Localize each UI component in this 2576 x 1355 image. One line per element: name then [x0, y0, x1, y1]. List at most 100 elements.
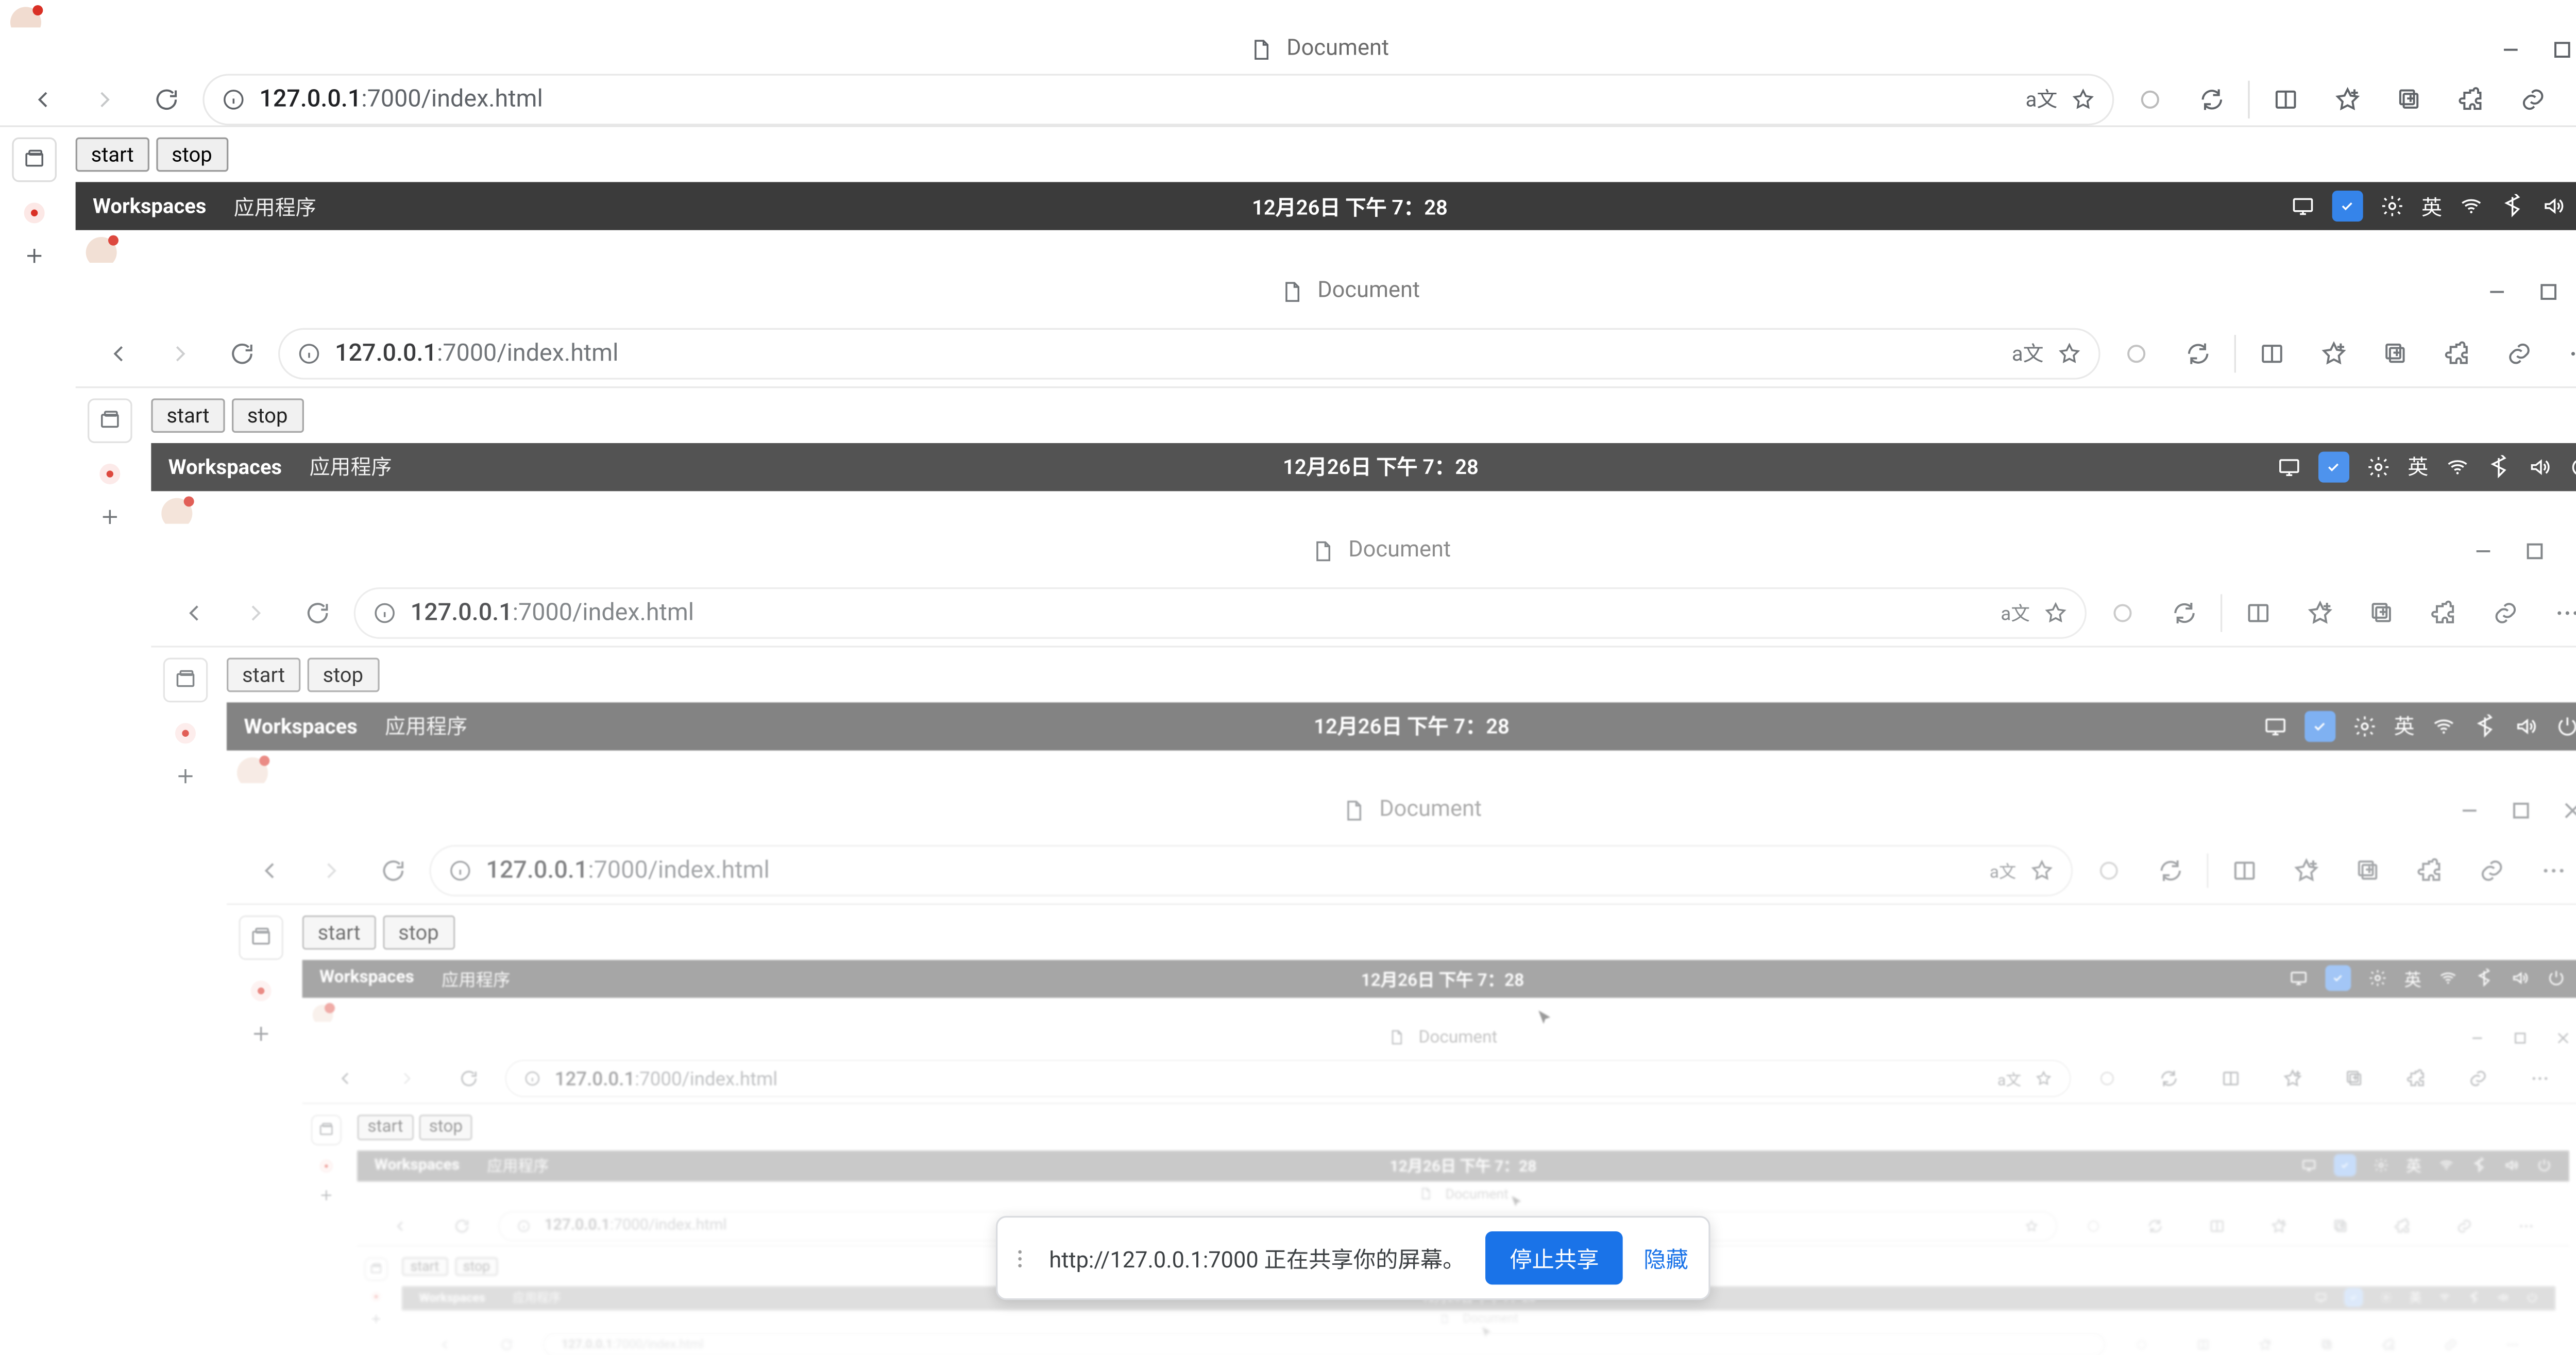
- activities-label: Workspaces: [244, 714, 357, 738]
- stop-button[interactable]: stop: [156, 138, 228, 172]
- collections-icon[interactable]: [2384, 73, 2435, 125]
- reload-button[interactable]: [141, 73, 192, 125]
- clock-label[interactable]: 12月26日 下午 7：28: [1283, 452, 1479, 481]
- address-bar[interactable]: 127.0.0.1:7000/index.htmla文: [354, 587, 2087, 638]
- new-tab-button[interactable]: [22, 244, 46, 268]
- tab-actions-icon[interactable]: [163, 657, 208, 702]
- active-tab[interactable]: Document: [1249, 36, 1389, 62]
- mouse-cursor-icon: [1507, 1188, 1527, 1215]
- translate-badge[interactable]: a文: [2001, 599, 2030, 626]
- site-info-icon[interactable]: [297, 341, 321, 365]
- activities-label[interactable]: Workspaces: [93, 194, 206, 218]
- tab-actions-icon[interactable]: [88, 398, 132, 443]
- refresh-ext-icon[interactable]: [2186, 73, 2238, 125]
- tab-title: Document: [1286, 36, 1389, 62]
- address-bar[interactable]: 127.0.0.1:7000/index.html a文: [202, 73, 2114, 125]
- back-button[interactable]: [168, 587, 220, 638]
- menu-dots-icon[interactable]: [2541, 587, 2576, 638]
- recording-indicator-icon[interactable]: [99, 463, 120, 484]
- maximize-icon[interactable]: [2521, 537, 2548, 565]
- wifi-icon[interactable]: [2446, 454, 2470, 479]
- extensions-icon[interactable]: [2432, 327, 2483, 379]
- todo-check-icon[interactable]: [2318, 451, 2349, 482]
- reload-button[interactable]: [216, 327, 268, 379]
- stop-loading-icon[interactable]: [2124, 73, 2176, 125]
- favorites-icon[interactable]: [2308, 327, 2360, 379]
- volume-icon[interactable]: [2541, 194, 2566, 218]
- stop-button[interactable]: stop: [307, 657, 379, 691]
- new-tab-button[interactable]: [174, 764, 198, 788]
- collections-icon[interactable]: [2356, 587, 2408, 638]
- refresh-ext-icon[interactable]: [2159, 587, 2210, 638]
- screen-share-icon[interactable]: [2291, 194, 2315, 218]
- back-button[interactable]: [17, 73, 69, 125]
- url-text: 127.0.0.1:7000/index.html: [259, 86, 543, 113]
- stop-loading-icon[interactable]: [2111, 327, 2162, 379]
- maximize-icon[interactable]: [2535, 277, 2562, 304]
- minimize-icon[interactable]: [2497, 36, 2524, 63]
- close-icon[interactable]: [2572, 537, 2576, 565]
- link-icon[interactable]: [2480, 587, 2531, 638]
- wifi-icon[interactable]: [2459, 194, 2483, 218]
- wifi-icon: [2432, 714, 2456, 738]
- recording-indicator-icon[interactable]: [175, 722, 196, 743]
- apps-label[interactable]: 应用程序: [309, 452, 392, 481]
- site-info-icon[interactable]: [372, 601, 397, 625]
- refresh-ext-icon[interactable]: [2173, 327, 2224, 379]
- reload-button[interactable]: [292, 587, 344, 638]
- page-body: start stop Workspaces 应用程序 12月26日 下午 7：2…: [69, 127, 2576, 1355]
- split-screen-icon[interactable]: [2260, 73, 2312, 125]
- site-info-icon[interactable]: [222, 87, 246, 111]
- volume-icon[interactable]: [2528, 454, 2552, 479]
- translate-badge[interactable]: a文: [2012, 338, 2044, 368]
- bookmark-star-icon[interactable]: [2071, 87, 2095, 111]
- maximize-icon[interactable]: [2549, 36, 2576, 63]
- forward-icon: [242, 599, 269, 626]
- todo-check-icon[interactable]: [2332, 191, 2363, 222]
- volume-icon: [2514, 714, 2538, 738]
- extensions-icon[interactable]: [2418, 587, 2469, 638]
- menu-dots-icon[interactable]: [2555, 327, 2576, 379]
- link-icon[interactable]: [2507, 73, 2559, 125]
- screen-share-icon[interactable]: [2277, 454, 2301, 479]
- apps-label[interactable]: 应用程序: [234, 192, 316, 221]
- clock-label[interactable]: 12月26日 下午 7：28: [1252, 192, 1448, 221]
- activities-label[interactable]: Workspaces: [168, 454, 282, 479]
- stop-loading-icon[interactable]: [2109, 599, 2136, 626]
- settings-gear-icon[interactable]: [2366, 454, 2391, 479]
- split-screen-icon[interactable]: [2232, 587, 2284, 638]
- address-bar[interactable]: 127.0.0.1:7000/index.htmla文: [278, 327, 2100, 379]
- extensions-icon[interactable]: [2446, 73, 2497, 125]
- stop-button[interactable]: stop: [232, 398, 303, 432]
- hide-share-bar-link[interactable]: 隐藏: [1643, 1242, 1688, 1274]
- minimize-icon: [2456, 796, 2483, 823]
- recording-indicator-icon: [251, 980, 272, 1001]
- ime-label[interactable]: 英: [2421, 192, 2442, 221]
- stop-sharing-button[interactable]: 停止共享: [1486, 1231, 1623, 1284]
- split-screen-icon[interactable]: [2246, 327, 2298, 379]
- minimize-icon[interactable]: [2469, 537, 2497, 565]
- start-button[interactable]: start: [227, 657, 300, 691]
- translate-badge[interactable]: a文: [2026, 84, 2058, 114]
- bluetooth-icon[interactable]: [2487, 454, 2511, 479]
- recording-indicator-icon[interactable]: [24, 202, 45, 223]
- document-icon: [1280, 279, 1304, 303]
- collections-icon[interactable]: [2370, 327, 2421, 379]
- settings-gear-icon[interactable]: [2380, 194, 2404, 218]
- link-icon[interactable]: [2494, 327, 2545, 379]
- favorites-icon[interactable]: [2322, 73, 2374, 125]
- tab-actions-icon[interactable]: [12, 138, 57, 182]
- start-button[interactable]: start: [151, 398, 225, 432]
- drag-grip-icon[interactable]: [1018, 1249, 1028, 1266]
- favorites-icon[interactable]: [2294, 587, 2346, 638]
- minimize-icon[interactable]: [2483, 277, 2511, 304]
- back-button[interactable]: [93, 327, 144, 379]
- menu-dots-icon[interactable]: [2569, 73, 2576, 125]
- power-icon[interactable]: [2569, 454, 2576, 479]
- bookmark-star-icon[interactable]: [2044, 601, 2068, 625]
- ime-label[interactable]: 英: [2408, 452, 2428, 481]
- bluetooth-icon[interactable]: [2500, 194, 2524, 218]
- new-tab-button[interactable]: [98, 504, 122, 529]
- bookmark-star-icon[interactable]: [2057, 341, 2081, 365]
- start-button[interactable]: start: [76, 138, 149, 172]
